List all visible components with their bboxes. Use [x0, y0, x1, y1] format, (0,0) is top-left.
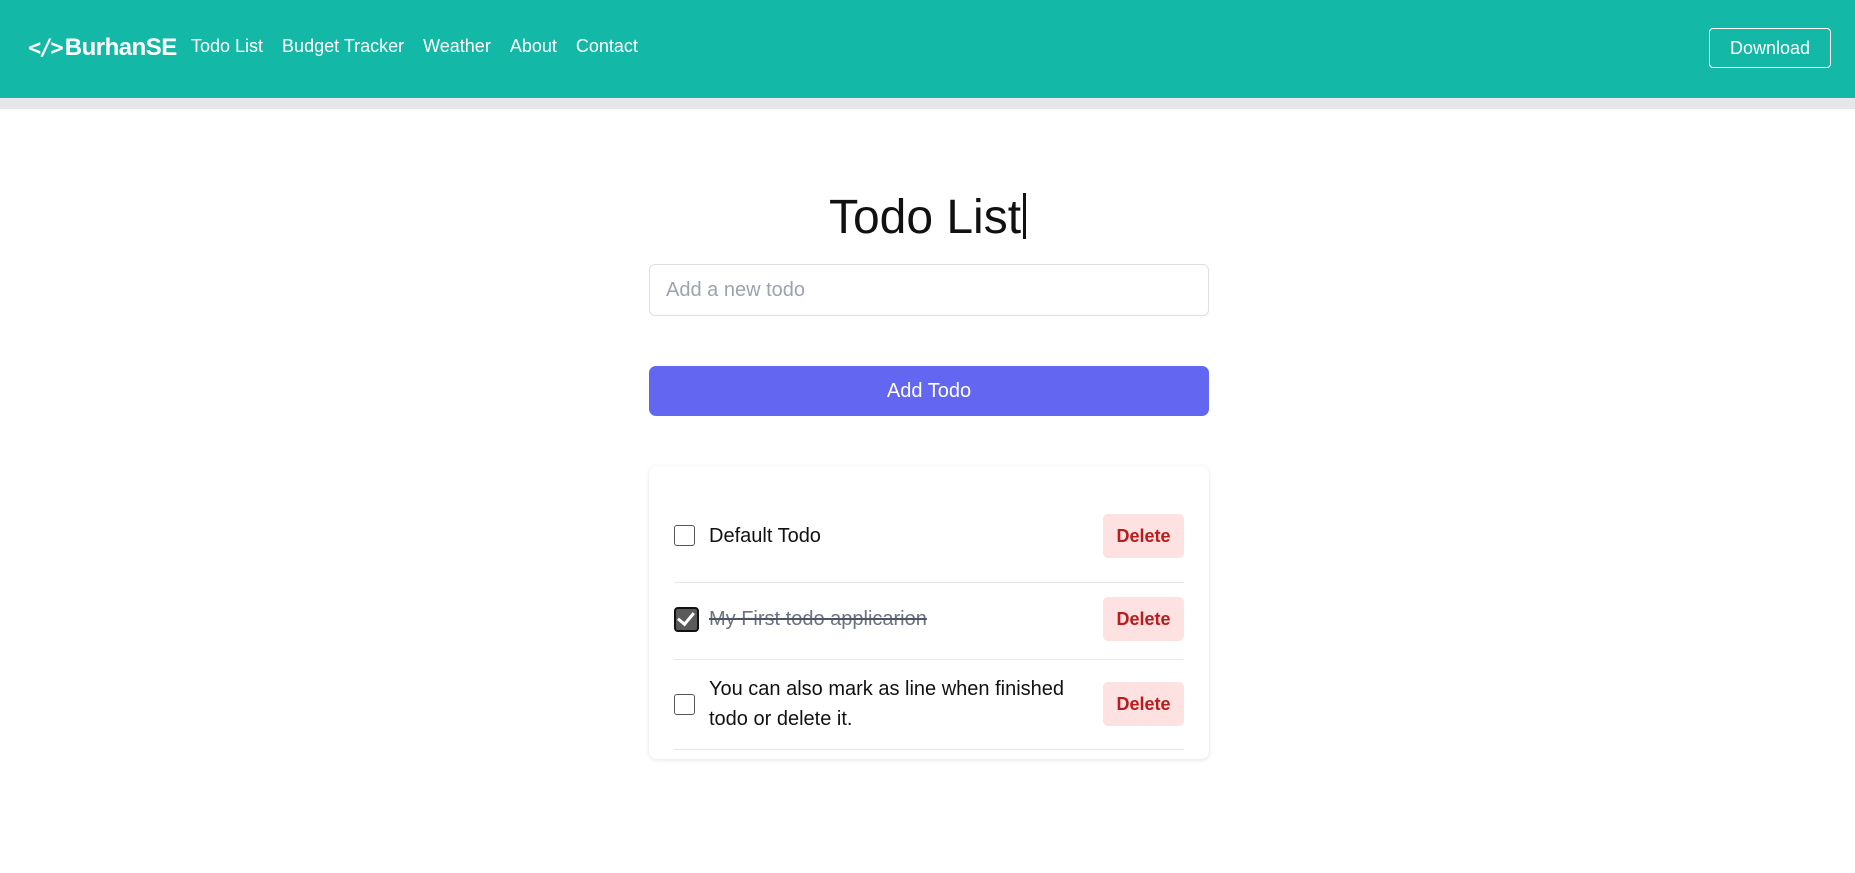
delete-todo-button[interactable]: Delete: [1103, 682, 1184, 726]
nav-link-contact[interactable]: Contact: [576, 36, 638, 57]
nav-link-budget-tracker[interactable]: Budget Tracker: [282, 36, 404, 57]
brand-logo[interactable]: </> BurhanSE: [28, 33, 177, 63]
nav-link-weather[interactable]: Weather: [423, 36, 491, 57]
todo-checkbox[interactable]: [674, 694, 695, 715]
code-brackets-icon: </>: [28, 35, 64, 61]
todo-text-line: You can also mark as line when finished: [709, 678, 1065, 700]
brand-name: BurhanSE: [64, 34, 178, 61]
add-todo-button[interactable]: Add Todo: [649, 366, 1209, 416]
nav-link-about[interactable]: About: [510, 36, 557, 57]
page-title-text: Todo List: [828, 191, 1022, 244]
todo-item: My First todo applicarion Delete: [674, 583, 1184, 660]
todo-item: You can also mark as line when finished …: [674, 660, 1184, 750]
delete-todo-button[interactable]: Delete: [1103, 514, 1184, 558]
top-navbar: </> BurhanSE Todo List Budget Tracker We…: [0, 0, 1855, 98]
nav-links: Todo List Budget Tracker Weather About C…: [191, 36, 638, 57]
download-button[interactable]: Download: [1709, 28, 1831, 68]
nav-link-todo-list[interactable]: Todo List: [191, 36, 263, 57]
todo-text-line: todo or delete it.: [709, 708, 853, 730]
delete-todo-button[interactable]: Delete: [1103, 597, 1184, 641]
todo-text-completed: My First todo applicarion: [709, 608, 927, 630]
todo-list-card: Default Todo Delete My First todo applic…: [649, 466, 1209, 759]
new-todo-input[interactable]: [649, 264, 1209, 316]
todo-text: Default Todo: [709, 525, 821, 547]
page-title: Todo List: [0, 188, 1855, 248]
todo-item: Default Todo Delete: [674, 507, 1184, 583]
todo-checkbox[interactable]: [674, 525, 695, 546]
todo-checkbox-checked[interactable]: [674, 607, 699, 632]
navbar-divider: [0, 98, 1855, 109]
todo-text: You can also mark as line when finished …: [709, 674, 1064, 734]
text-caret: [1023, 193, 1027, 239]
